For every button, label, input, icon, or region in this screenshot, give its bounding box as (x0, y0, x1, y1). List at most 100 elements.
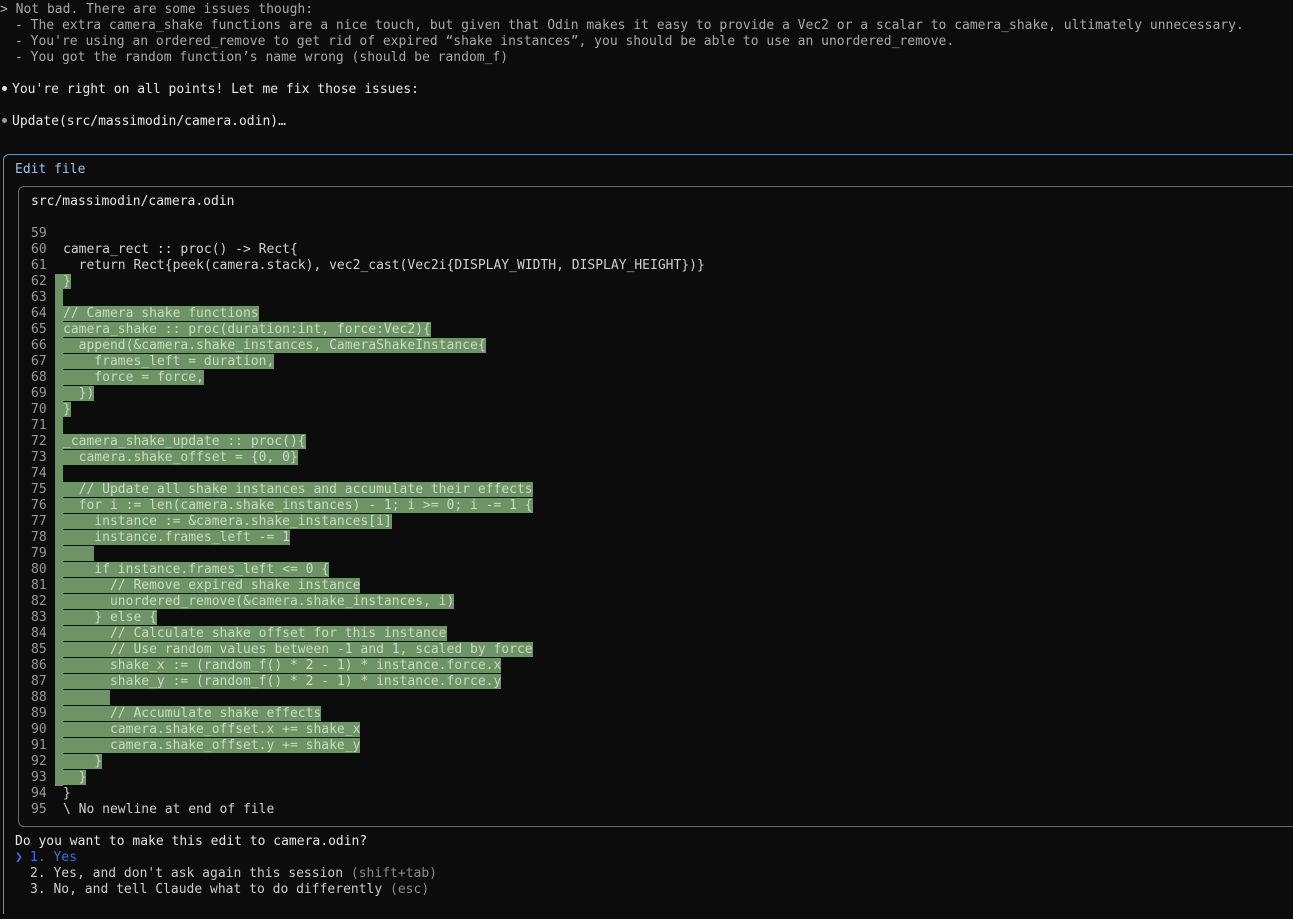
line-number: 89 (31, 706, 47, 721)
line-number: 59 (31, 226, 47, 241)
diff-added-line: _camera_shake_update :: proc(){ (63, 434, 306, 449)
user-message-line-4: - You got the random function’s name wro… (15, 50, 509, 65)
diff-added-marker (55, 370, 63, 386)
line-number: 82 (31, 594, 47, 609)
diff-context-line: } (63, 786, 71, 801)
diff-added-line: } (63, 274, 71, 289)
diff-added-line: } (63, 770, 87, 785)
diff-added-marker (55, 290, 63, 306)
assistant-reply: You're right on all points! Let me fix t… (0, 82, 419, 98)
diff-added-marker (55, 306, 63, 322)
line-number: 92 (31, 754, 47, 769)
edit-panel-title: Edit file (15, 162, 86, 177)
diff-added-marker (55, 434, 63, 450)
diff-added-marker (55, 642, 63, 658)
diff-added-marker (55, 770, 63, 786)
diff-added-marker (55, 274, 63, 290)
diff-added-marker (55, 354, 63, 370)
diff-added-marker (55, 322, 63, 338)
line-number: 79 (31, 546, 47, 561)
diff-added-line (63, 690, 110, 706)
diff-added-marker (55, 722, 63, 738)
diff-added-line: camera.shake_offset.y += shake_y (63, 738, 361, 753)
diff-added-line: append(&camera.shake_instances, CameraSh… (63, 338, 486, 353)
diff-added-line: instance := &camera.shake_instances[i] (63, 514, 392, 529)
diff-added-marker (55, 594, 63, 610)
line-number: 91 (31, 738, 47, 753)
diff-added-line: camera.shake_offset = {0, 0} (63, 450, 298, 465)
line-number: 87 (31, 674, 47, 689)
diff-added-line: // Remove expired shake instance (63, 578, 361, 593)
diff-added-marker (55, 546, 63, 562)
diff-added-line (63, 546, 95, 562)
line-number: 65 (31, 322, 47, 337)
line-number: 71 (31, 418, 47, 433)
line-number: 68 (31, 370, 47, 385)
diff-context-line: return Rect{peek(camera.stack), vec2_cas… (63, 258, 705, 273)
diff-added-line: frames_left = duration, (63, 354, 275, 369)
diff-added-line: // Accumulate shake effects (63, 706, 322, 721)
line-number: 86 (31, 658, 47, 673)
line-number: 93 (31, 770, 47, 785)
line-number: 61 (31, 258, 47, 273)
line-number: 69 (31, 386, 47, 401)
user-message-line-2: - The extra camera_shake functions are a… (15, 18, 1244, 33)
diff-added-line: instance.frames_left -= 1 (63, 530, 290, 545)
diff-context-line: camera_rect :: proc() -> Rect{ (63, 242, 298, 257)
diff-added-line: // Camera shake functions (63, 306, 259, 321)
user-message-line-1: > Not bad. There are some issues though: (0, 2, 314, 17)
done-bullet-icon (2, 86, 7, 91)
diff-added-marker (55, 450, 63, 466)
line-number: 67 (31, 354, 47, 369)
line-number: 74 (31, 466, 47, 481)
diff-added-marker (55, 338, 63, 354)
line-number: 76 (31, 498, 47, 513)
diff-added-marker (55, 578, 63, 594)
diff-added-marker (55, 690, 63, 706)
diff-added-line: // Use random values between -1 and 1, s… (63, 642, 533, 657)
diff-added-marker (55, 562, 63, 578)
line-number: 77 (31, 514, 47, 529)
option-no-tell-claude[interactable]: 3. No, and tell Claude what to do differ… (15, 882, 429, 898)
diff-added-marker (55, 754, 63, 770)
line-number: 83 (31, 610, 47, 625)
diff-added-marker (55, 626, 63, 642)
diff-added-marker (55, 386, 63, 402)
diff-added-marker (55, 738, 63, 754)
line-number: 90 (31, 722, 47, 737)
diff-added-line: // Calculate shake offset for this insta… (63, 626, 447, 641)
confirm-question: Do you want to make this edit to camera.… (15, 834, 368, 849)
line-number: 70 (31, 402, 47, 417)
line-number: 95 (31, 802, 47, 817)
diff-added-line: camera.shake_offset.x += shake_x (63, 722, 361, 737)
diff-added-line: } (63, 402, 71, 417)
user-message-line-3: - You're using an ordered_remove to get … (15, 34, 955, 49)
diff-file-path: src/massimodin/camera.odin (31, 194, 235, 209)
shortcut-hint-esc: (esc) (390, 882, 430, 897)
line-number: 72 (31, 434, 47, 449)
diff-added-line: shake_x := (random_f() * 2 - 1) * instan… (63, 658, 502, 673)
diff-added-line: camera_shake :: proc(duration:int, force… (63, 322, 431, 337)
diff-added-marker (55, 482, 63, 498)
diff-added-line: for i := len(camera.shake_instances) - 1… (63, 498, 533, 513)
diff-added-marker (55, 530, 63, 546)
selection-caret-icon: ❯ (15, 850, 23, 865)
diff-added-line: } (63, 754, 103, 769)
line-number: 73 (31, 450, 47, 465)
diff-context-line: \ No newline at end of file (63, 802, 275, 817)
line-number: 81 (31, 578, 47, 593)
line-number: 85 (31, 642, 47, 657)
line-number: 60 (31, 242, 47, 257)
line-number: 80 (31, 562, 47, 577)
diff-added-marker (55, 498, 63, 514)
diff-added-line: // Update all shake instances and accumu… (63, 482, 533, 497)
diff-added-marker (55, 514, 63, 530)
line-number: 94 (31, 786, 47, 801)
diff-added-marker (55, 610, 63, 626)
diff-added-line: }) (63, 386, 95, 401)
line-number: 66 (31, 338, 47, 353)
option-yes[interactable]: ❯ 1. Yes (15, 850, 77, 866)
line-number: 84 (31, 626, 47, 641)
option-yes-dont-ask[interactable]: 2. Yes, and don't ask again this session… (15, 866, 437, 882)
line-number: 78 (31, 530, 47, 545)
